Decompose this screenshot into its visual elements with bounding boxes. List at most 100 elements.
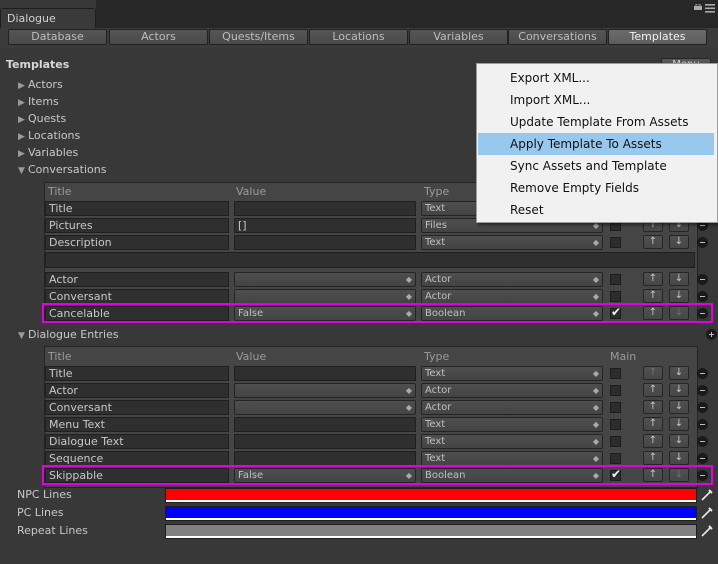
field-type-dropdown[interactable]: Actor ◆ [421, 400, 603, 415]
menu-item-export-xml[interactable]: Export XML... [478, 67, 714, 89]
field-title-input[interactable]: Cancelable [45, 306, 229, 321]
tab-actors[interactable]: Actors [109, 29, 208, 45]
field-value-dropdown[interactable]: ◆ [234, 400, 416, 415]
move-down-button[interactable]: ↓ [669, 417, 689, 431]
field-title-input[interactable]: Sequence [45, 451, 229, 466]
description-textarea[interactable] [45, 252, 695, 268]
eyedropper-icon[interactable] [700, 488, 714, 502]
field-value-input[interactable] [234, 366, 416, 381]
field-type-dropdown[interactable]: Actor ◆ [421, 383, 603, 398]
tab-quests-items[interactable]: Quests/Items [209, 29, 308, 45]
menu-item-apply-template-to-assets[interactable]: Apply Template To Assets [478, 133, 714, 155]
main-checkbox[interactable] [610, 453, 621, 464]
eyedropper-icon[interactable] [700, 524, 714, 538]
field-value-input[interactable] [234, 417, 416, 432]
menu-item-sync-assets-and-template[interactable]: Sync Assets and Template [478, 155, 714, 177]
field-value-input[interactable] [234, 451, 416, 466]
main-checkbox[interactable] [610, 419, 621, 430]
field-title-input[interactable]: Conversant [45, 289, 229, 304]
main-checkbox[interactable] [610, 305, 621, 319]
field-title-input[interactable]: Actor [45, 383, 229, 398]
field-value-input[interactable] [234, 434, 416, 449]
field-value-dropdown[interactable]: ◆ [234, 383, 416, 398]
field-title-input[interactable]: Title [45, 366, 229, 381]
field-type-dropdown[interactable]: Text ◆ [421, 434, 603, 449]
field-title-input[interactable]: Skippable [45, 468, 229, 483]
tab-conversations[interactable]: Conversations [508, 29, 607, 45]
field-value-dropdown[interactable]: False ◆ [234, 306, 416, 321]
field-type-dropdown[interactable]: Actor ◆ [421, 289, 603, 304]
field-value-dropdown[interactable]: ◆ [234, 272, 416, 287]
move-down-button[interactable]: ↓ [669, 383, 689, 397]
field-type-dropdown[interactable]: Actor ◆ [421, 272, 603, 287]
eyedropper-icon[interactable] [700, 506, 714, 520]
main-checkbox[interactable] [610, 291, 621, 302]
move-up-button[interactable]: ↑ [643, 468, 663, 482]
field-title-input[interactable]: Actor [45, 272, 229, 287]
field-title-input[interactable]: Title [45, 201, 229, 216]
menu-item-remove-empty-fields[interactable]: Remove Empty Fields [478, 177, 714, 199]
npc-lines-color-field[interactable] [165, 488, 697, 503]
field-value-input[interactable] [234, 201, 416, 216]
add-field-icon[interactable] [706, 329, 717, 340]
tab-locations[interactable]: Locations [309, 29, 408, 45]
main-checkbox[interactable] [610, 436, 621, 447]
foldout-locations[interactable]: ▶ Locations [18, 129, 80, 142]
field-type-dropdown[interactable]: Boolean ◆ [421, 468, 603, 483]
foldout-items[interactable]: ▶ Items [18, 95, 59, 108]
move-up-button[interactable]: ↑ [643, 383, 663, 397]
main-checkbox[interactable] [610, 368, 621, 379]
move-up-button[interactable]: ↑ [643, 366, 663, 380]
menu-item-import-xml[interactable]: Import XML... [478, 89, 714, 111]
move-down-button[interactable]: ↓ [669, 468, 689, 482]
lock-icon[interactable] [694, 4, 702, 10]
main-checkbox[interactable] [610, 274, 621, 285]
remove-field-icon[interactable] [697, 436, 708, 447]
move-up-button[interactable]: ↑ [643, 235, 663, 249]
move-up-button[interactable]: ↑ [643, 272, 663, 286]
tab-database[interactable]: Database [8, 29, 107, 45]
field-value-dropdown[interactable]: ◆ [234, 289, 416, 304]
move-down-button[interactable]: ↓ [669, 289, 689, 303]
move-down-button[interactable]: ↓ [669, 451, 689, 465]
move-down-button[interactable]: ↓ [669, 272, 689, 286]
move-down-button[interactable]: ↓ [669, 366, 689, 380]
field-value-dropdown[interactable]: False ◆ [234, 468, 416, 483]
remove-field-icon[interactable] [697, 385, 708, 396]
foldout-conversations[interactable]: ▼ Conversations [18, 163, 106, 176]
field-title-input[interactable]: Menu Text [45, 417, 229, 432]
window-tab[interactable]: Dialogue [0, 8, 96, 28]
move-down-button[interactable]: ↓ [669, 400, 689, 414]
foldout-dialogue-entries[interactable]: ▼ Dialogue Entries [18, 328, 119, 341]
window-menu-icon[interactable] [705, 4, 715, 13]
foldout-quests[interactable]: ▶ Quests [18, 112, 66, 125]
remove-field-icon[interactable] [697, 308, 708, 319]
field-type-dropdown[interactable]: Text ◆ [421, 451, 603, 466]
remove-field-icon[interactable] [697, 402, 708, 413]
remove-field-icon[interactable] [697, 291, 708, 302]
main-checkbox[interactable] [610, 385, 621, 396]
foldout-actors[interactable]: ▶ Actors [18, 78, 63, 91]
remove-field-icon[interactable] [697, 274, 708, 285]
move-up-button[interactable]: ↑ [643, 400, 663, 414]
main-checkbox[interactable] [610, 402, 621, 413]
field-type-dropdown[interactable]: Text ◆ [421, 417, 603, 432]
field-value-input[interactable]: [] [234, 218, 416, 233]
move-down-button[interactable]: ↓ [669, 306, 689, 320]
field-title-input[interactable]: Pictures [45, 218, 229, 233]
repeat-lines-color-field[interactable] [165, 524, 697, 539]
tab-variables[interactable]: Variables [409, 29, 508, 45]
remove-field-icon[interactable] [697, 453, 708, 464]
remove-field-icon[interactable] [697, 368, 708, 379]
pc-lines-color-field[interactable] [165, 506, 697, 521]
move-up-button[interactable]: ↑ [643, 451, 663, 465]
field-type-dropdown[interactable]: Text ◆ [421, 235, 603, 250]
remove-field-icon[interactable] [697, 419, 708, 430]
main-checkbox[interactable] [610, 237, 621, 248]
remove-field-icon[interactable] [697, 237, 708, 248]
move-up-button[interactable]: ↑ [643, 434, 663, 448]
remove-field-icon[interactable] [697, 470, 708, 481]
move-down-button[interactable]: ↓ [669, 235, 689, 249]
field-title-input[interactable]: Conversant [45, 400, 229, 415]
field-value-input[interactable] [234, 235, 416, 250]
